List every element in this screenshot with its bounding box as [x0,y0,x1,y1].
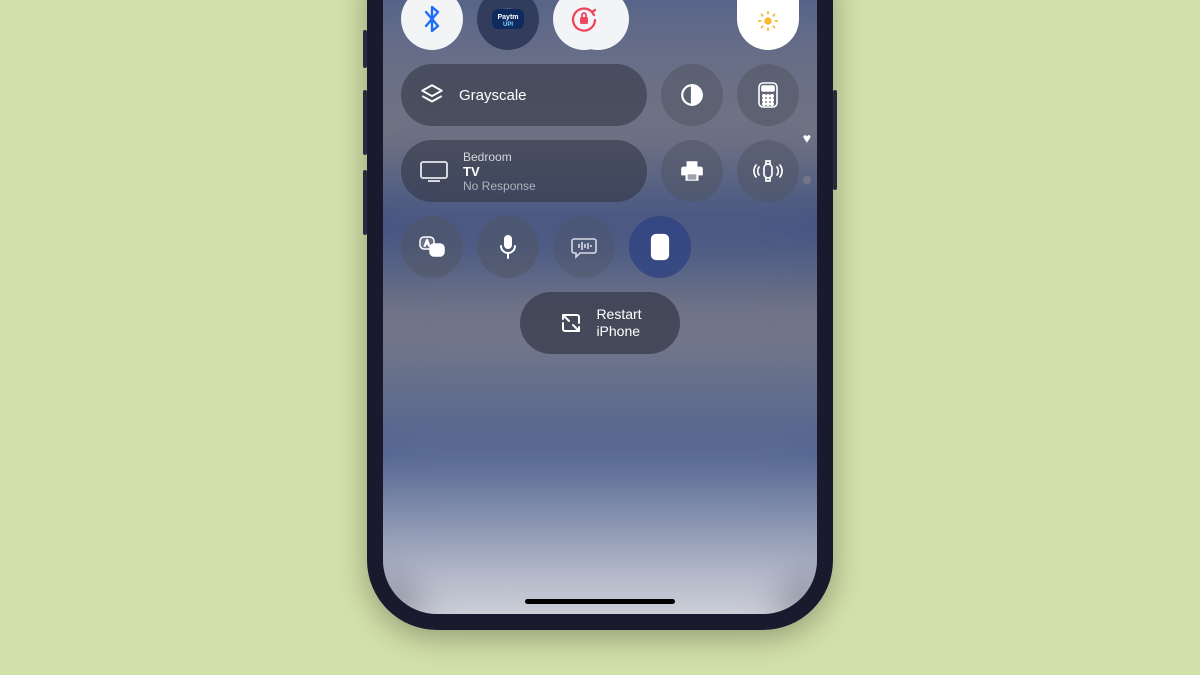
paytm-upi-icon: PaytmUPI [488,0,528,39]
grayscale-toggle[interactable]: Grayscale [401,64,647,126]
printer-icon [679,158,705,184]
voice-memo-shortcut[interactable] [477,216,539,278]
calculator-icon [757,81,779,109]
svg-text:A: A [424,239,430,248]
calculator-shortcut[interactable] [737,64,799,126]
layers-icon [419,82,445,108]
microphone-icon [499,234,517,260]
sun-icon [757,10,779,32]
airplay-status: Bedroom TV No Response [463,150,536,193]
paytm-shortcut[interactable]: PaytmUPI [477,0,539,50]
airplay-tile[interactable]: Bedroom TV No Response [401,140,647,202]
restart-iphone-button[interactable]: Restart iPhone [520,292,680,354]
bluetooth-toggle[interactable] [401,0,463,50]
volume-button [363,170,367,235]
waveform-bubble-icon [570,235,598,259]
grayscale-label: Grayscale [459,87,527,104]
watch-ping-icon [753,158,783,184]
power-button [833,90,837,190]
tap-shortcut[interactable] [629,216,691,278]
brightness-slider[interactable] [737,0,799,50]
tv-icon [419,159,449,183]
volume-button [363,30,367,68]
svg-text:UPI: UPI [503,22,513,28]
sound-recognition-shortcut[interactable] [553,216,615,278]
print-shortcut[interactable] [661,140,723,202]
bluetooth-icon [420,4,444,34]
rotation-lock-toggle[interactable] [553,0,615,50]
restart-icon [558,310,584,336]
restart-label: Restart iPhone [596,306,641,340]
dark-mode-toggle[interactable] [661,64,723,126]
translate-shortcut[interactable]: A文 [401,216,463,278]
contrast-icon [679,82,705,108]
iphone-device-frame: ♥ [367,0,833,630]
svg-text:Paytm: Paytm [497,14,518,21]
phone-outline-icon [649,232,671,262]
translate-icon: A文 [418,234,446,260]
control-center-screen: ♥ [383,0,817,614]
ping-watch-shortcut[interactable] [737,140,799,202]
rotation-lock-icon [569,4,599,34]
home-indicator[interactable] [525,599,675,604]
svg-text:文: 文 [433,245,441,255]
volume-button [363,90,367,155]
